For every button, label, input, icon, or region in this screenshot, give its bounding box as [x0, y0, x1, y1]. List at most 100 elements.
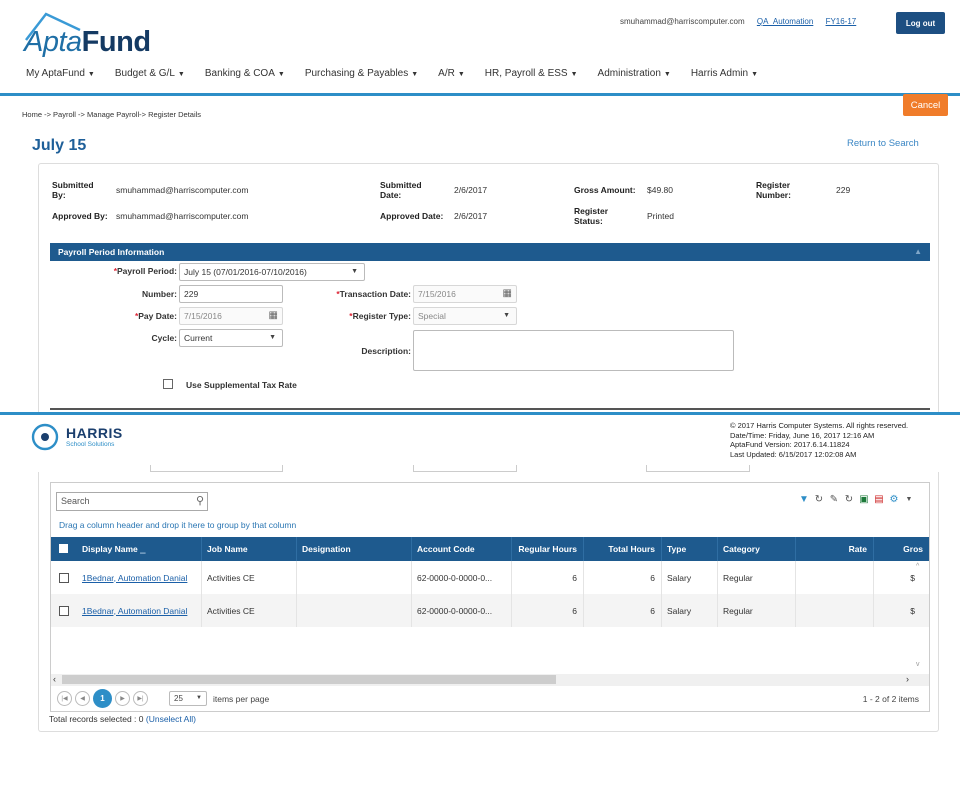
nav-item-harris-admin[interactable]: Harris Admin ▼ — [691, 68, 758, 79]
search-placeholder: Search — [61, 496, 90, 506]
col-rate[interactable]: Rate — [795, 537, 873, 561]
register-number-value: 229 — [836, 185, 851, 195]
return-to-search-link[interactable]: Return to Search — [847, 138, 919, 149]
scrollbar-thumb[interactable] — [62, 675, 556, 684]
page-size-select[interactable]: 25 ▼ — [169, 691, 207, 706]
first-page-icon[interactable]: |◀ — [57, 691, 72, 706]
cell-display-name: 1Bednar, Automation Danial — [77, 594, 201, 627]
col-total-hours[interactable]: Total Hours — [583, 537, 661, 561]
number-field[interactable]: 229 — [179, 285, 283, 303]
cell-category: Regular — [717, 561, 795, 594]
aptafund-logo[interactable]: AptaFund — [24, 12, 154, 60]
nav-item-ar[interactable]: A/R ▼ — [438, 68, 465, 79]
col-gross[interactable]: Gros — [873, 537, 929, 561]
col-category[interactable]: Category — [717, 537, 795, 561]
col-type[interactable]: Type — [661, 537, 717, 561]
row-checkbox[interactable] — [59, 573, 69, 583]
sort-icon[interactable]: ▁ — [140, 547, 145, 554]
collapse-icon[interactable]: ▲ — [914, 247, 922, 256]
reset-icon[interactable]: ↻ — [843, 494, 855, 506]
cancel-button[interactable]: Cancel — [903, 94, 948, 116]
calendar-icon[interactable]: ▦ — [503, 288, 512, 299]
wrench-icon[interactable]: ✎ — [828, 494, 840, 506]
table-row[interactable]: 1Bednar, Automation Danial Activities CE… — [51, 561, 929, 594]
col-job-name[interactable]: Job Name — [201, 537, 296, 561]
scroll-down-icon[interactable]: v — [916, 661, 920, 668]
payroll-period-section-header[interactable]: Payroll Period Information ▲ — [50, 243, 930, 261]
logo-apta: Apta — [24, 26, 82, 58]
col-regular-hours[interactable]: Regular Hours — [511, 537, 583, 561]
nav-label: My AptaFund — [26, 68, 85, 79]
table-row[interactable]: 1Bednar, Automation Danial Activities CE… — [51, 594, 929, 627]
nav-label: Purchasing & Payables — [304, 68, 409, 79]
section-title: Payroll Period Information — [58, 247, 165, 257]
settings-gear-icon[interactable]: ⚙ — [888, 494, 900, 506]
nav-item-my-aptafund[interactable]: My AptaFund ▼ — [26, 68, 95, 79]
number-label: Number: — [142, 289, 177, 299]
chevron-down-icon[interactable]: ▼ — [903, 494, 915, 506]
harris-company-sub: School Solutions — [66, 441, 115, 448]
search-icon[interactable]: ⚲ — [196, 494, 204, 507]
filter-icon[interactable]: ▼ — [798, 494, 810, 506]
payroll-period-select[interactable]: July 15 (07/01/2016-07/10/2016) ▼ — [179, 263, 365, 281]
approved-by-label: Approved By: — [52, 211, 108, 221]
excel-export-icon[interactable]: ▣ — [858, 494, 870, 506]
unselect-all-link[interactable]: (Unselect All) — [146, 714, 196, 724]
prev-page-icon[interactable]: ◀ — [75, 691, 90, 706]
calendar-icon[interactable]: ▦ — [269, 310, 278, 321]
scroll-left-icon[interactable]: ‹ — [53, 674, 56, 684]
refresh-icon[interactable]: ↻ — [813, 494, 825, 506]
next-page-icon[interactable]: ▶ — [115, 691, 130, 706]
page-title: July 15 — [32, 137, 87, 154]
payroll-period-label: *Payroll Period: — [113, 266, 177, 276]
breadcrumb[interactable]: Home -> Payroll -> Manage Payroll-> Regi… — [22, 110, 201, 119]
pdf-export-icon[interactable]: ▤ — [873, 494, 885, 506]
grid-pager: |◀ ◀ 1 ▶ ▶| 25 ▼ items per page 1 - 2 of … — [51, 688, 929, 710]
submitted-date-value: 2/6/2017 — [454, 185, 488, 195]
col-display-name[interactable]: Display Name ▁ — [77, 537, 201, 561]
chevron-down-icon: ▼ — [196, 695, 202, 701]
cell-type: Salary — [661, 561, 717, 594]
register-status-value: Printed — [647, 211, 674, 221]
chevron-down-icon: ▼ — [663, 71, 671, 78]
last-page-icon[interactable]: ▶| — [133, 691, 148, 706]
transaction-date-field[interactable]: 7/15/2016 ▦ — [413, 285, 517, 303]
user-profile-link[interactable]: QA_Automation — [757, 17, 813, 26]
nav-item-administration[interactable]: Administration ▼ — [598, 68, 671, 79]
grid-toolbar: ▼ ↻ ✎ ↻ ▣ ▤ ⚙ ▼ — [798, 494, 915, 506]
register-type-select[interactable]: Special ▼ — [413, 307, 517, 325]
supplemental-tax-checkbox[interactable] — [163, 379, 173, 389]
logout-button[interactable]: Log out — [896, 12, 945, 34]
nav-item-hr-payroll-ess[interactable]: HR, Payroll & ESS ▼ — [485, 68, 578, 79]
current-page-button[interactable]: 1 — [93, 689, 112, 708]
nav-item-budget-gl[interactable]: Budget & G/L ▼ — [115, 68, 185, 79]
chevron-down-icon: ▼ — [277, 71, 285, 78]
approved-date-label: Approved Date: — [380, 211, 444, 221]
fiscal-year-link[interactable]: FY16-17 — [826, 17, 857, 26]
col-designation[interactable]: Designation — [296, 537, 411, 561]
description-textarea[interactable] — [413, 330, 734, 371]
cell-total-hours: 6 — [583, 594, 661, 627]
nav-item-purchasing-payables[interactable]: Purchasing & Payables ▼ — [305, 68, 418, 79]
nav-label: Harris Admin — [690, 68, 749, 79]
nav-item-banking-coa[interactable]: Banking & COA ▼ — [205, 68, 285, 79]
row-checkbox[interactable] — [59, 606, 69, 616]
register-status-label: Register Status: — [574, 206, 609, 226]
nav-label: Budget & G/L — [114, 68, 175, 79]
select-all-checkbox[interactable] — [59, 544, 68, 553]
pay-date-field[interactable]: 7/15/2016 ▦ — [179, 307, 283, 325]
grid-search-input[interactable]: Search ⚲ — [56, 492, 208, 511]
cell-rate — [795, 561, 873, 594]
employee-link[interactable]: 1Bednar, Automation Danial — [82, 605, 187, 617]
chevron-down-icon: ▼ — [177, 71, 185, 78]
cell-account-code: 62-0000-0-0000-0... — [411, 594, 511, 627]
register-type-label: *Register Type: — [349, 311, 411, 321]
items-per-page-label: items per page — [213, 694, 270, 704]
user-email: smuhammad@harriscomputer.com — [620, 17, 745, 26]
cycle-select[interactable]: Current ▼ — [179, 329, 283, 347]
gross-amount-label: Gross Amount: — [574, 185, 636, 195]
scroll-right-icon[interactable]: › — [906, 674, 909, 684]
col-account-code[interactable]: Account Code — [411, 537, 511, 561]
scroll-up-icon[interactable]: ^ — [916, 563, 919, 570]
employee-link[interactable]: 1Bednar, Automation Danial — [82, 572, 187, 584]
